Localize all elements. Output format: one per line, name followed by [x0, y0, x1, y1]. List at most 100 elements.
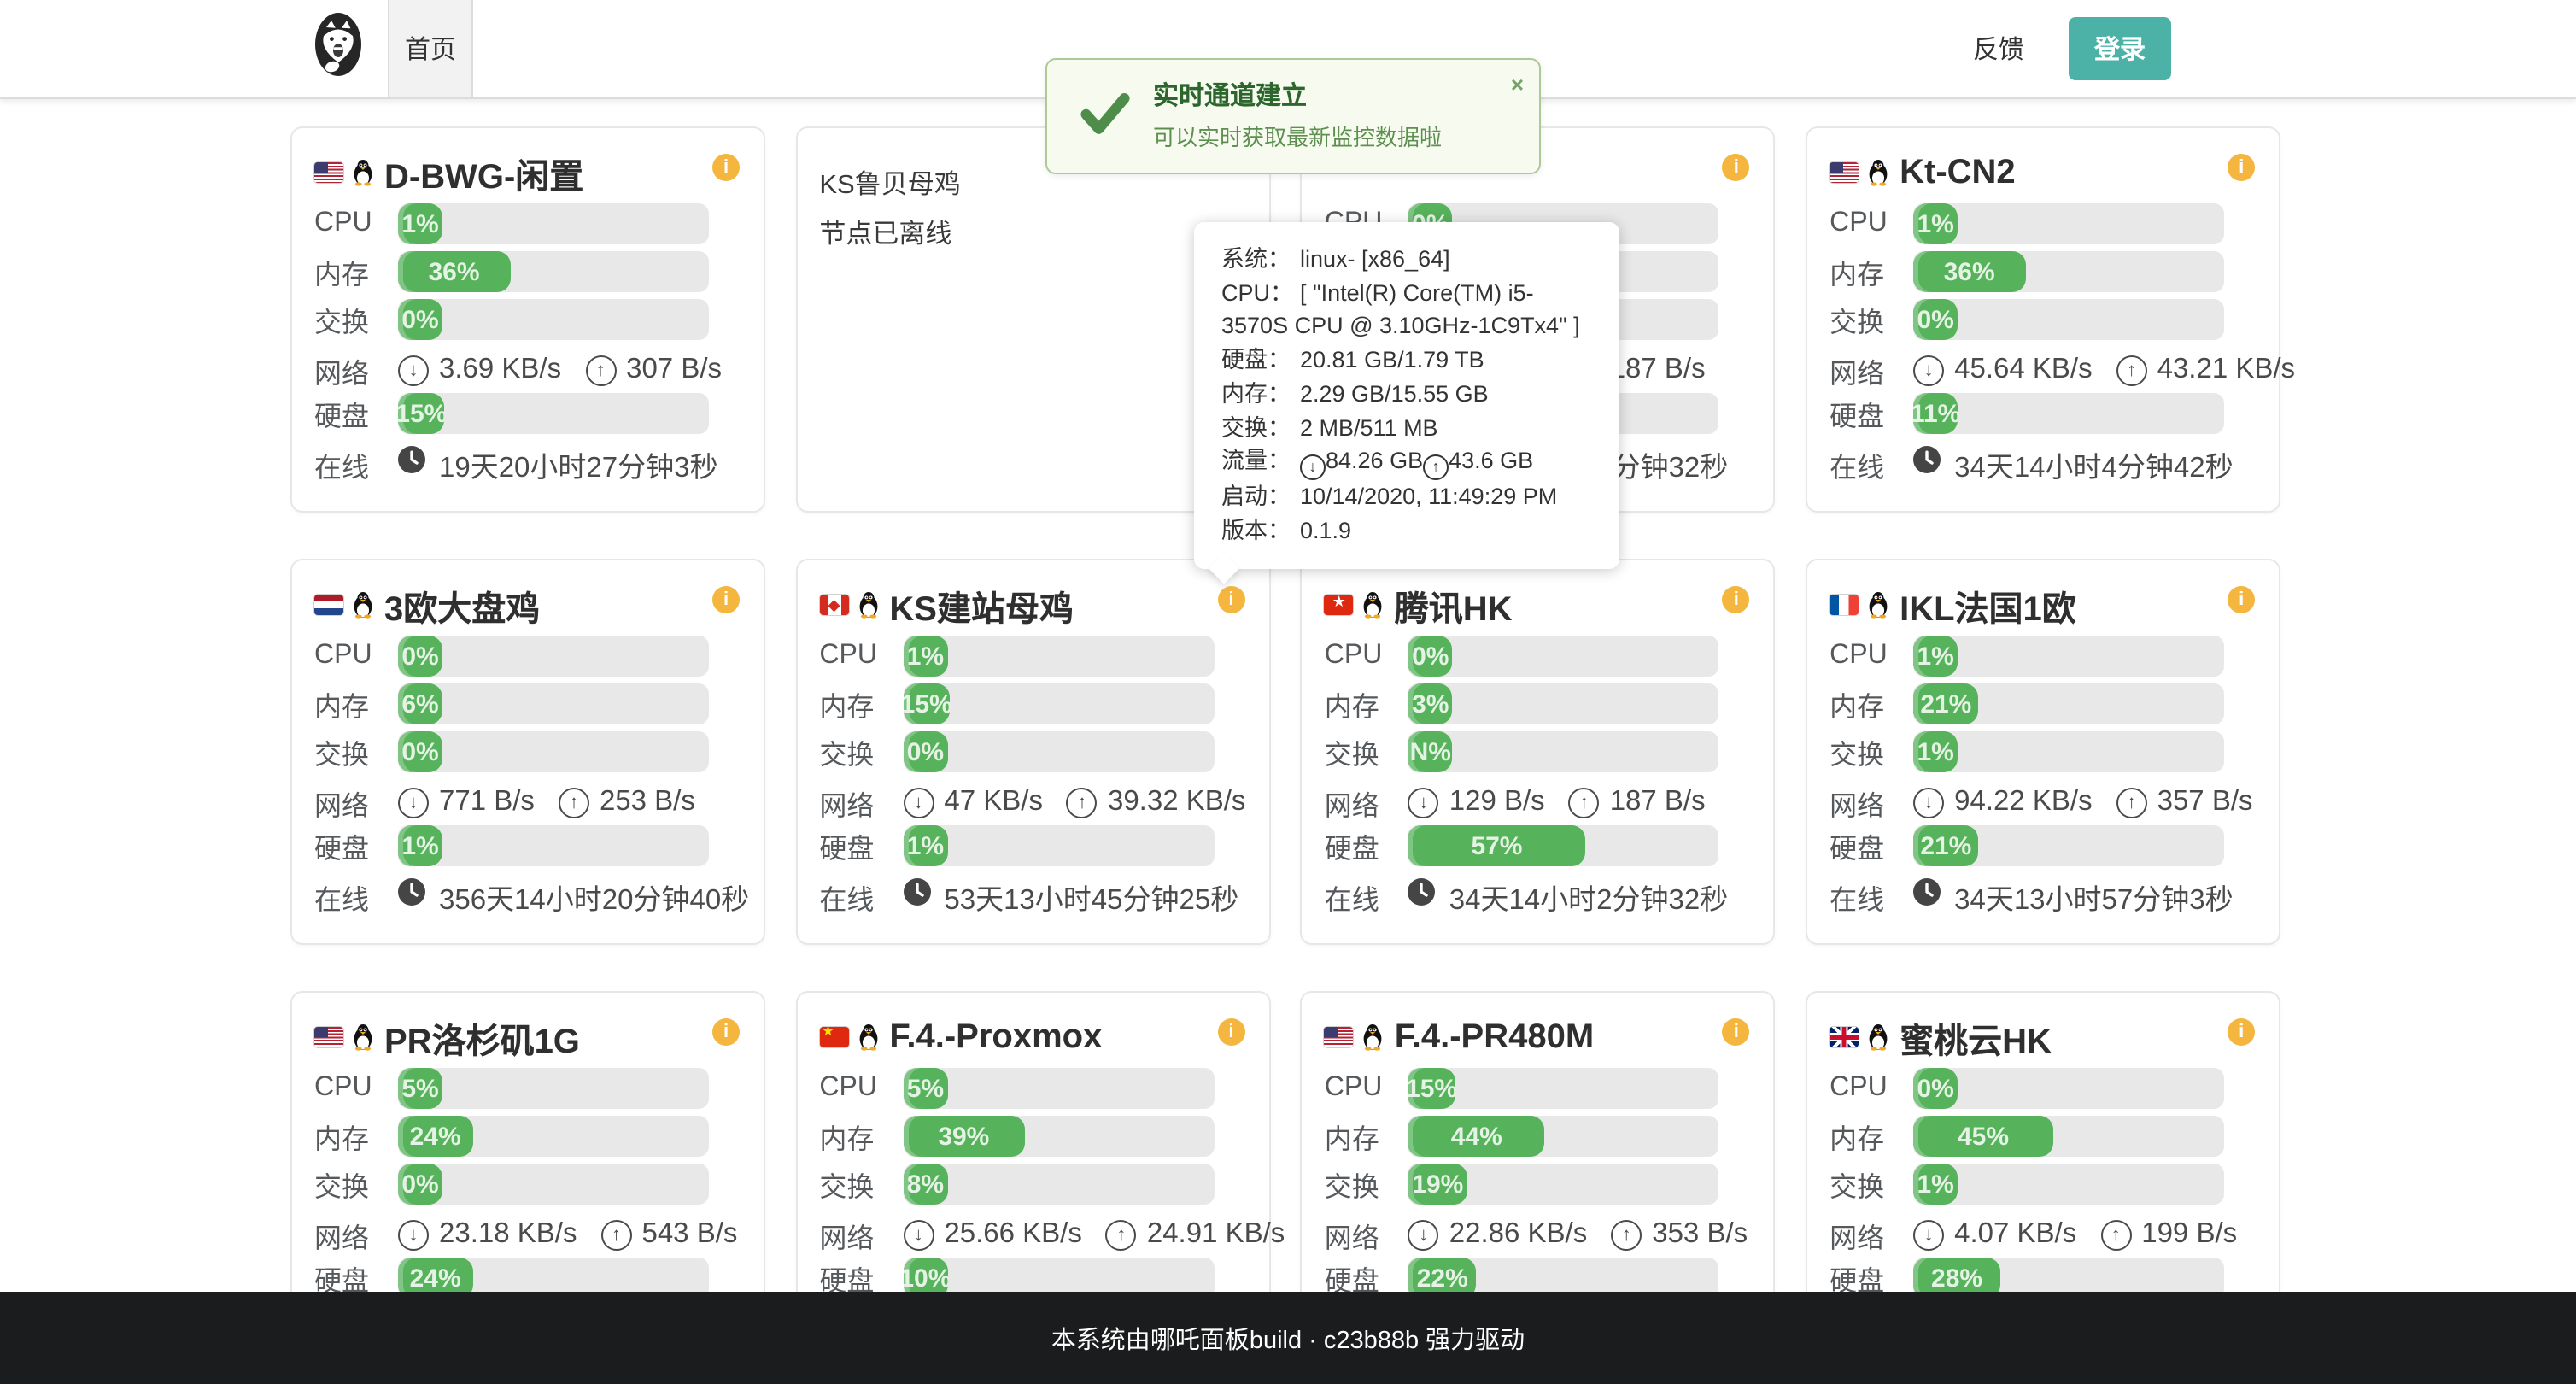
progress-track: 57% — [1408, 825, 1719, 866]
footer-link-nezha[interactable]: 哪吒面板 — [1150, 1320, 1250, 1356]
stat-row-disk: 硬盘 15% — [314, 393, 709, 434]
net-down-text: 45.64 KB/s — [1954, 354, 2092, 386]
tux-linux-icon — [352, 159, 374, 186]
clock-icon — [398, 878, 425, 914]
country-flag-icon — [819, 1027, 848, 1047]
card-title-row: 3欧大盘鸡 — [314, 581, 709, 629]
stat-row-swap: 交换 0% — [314, 1164, 709, 1205]
progress-label: 28% — [1931, 1264, 1982, 1293]
info-icon[interactable]: i — [2228, 154, 2255, 181]
progress-track: 0% — [903, 731, 1214, 772]
stat-label: 网络 — [1830, 782, 1913, 823]
progress-fill: 24% — [398, 1116, 472, 1157]
net-up-text: 199 B/s — [2141, 1218, 2237, 1251]
tux-linux-icon — [857, 1023, 879, 1051]
progress-label: 0% — [401, 305, 438, 334]
tooltip-row: CPU：[ "Intel(R) Core(TM) i5-3570S CPU @ … — [1221, 276, 1595, 343]
stat-row-swap: 交换 8% — [819, 1164, 1214, 1205]
stat-row-online: 在线 19天20小时27分钟3秒 — [314, 441, 709, 487]
server-title: IKL法国1欧 — [1900, 580, 2076, 630]
progress-fill: 3% — [1408, 683, 1453, 724]
offline-message: 节点已离线 — [819, 214, 1214, 251]
progress-label: N% — [1410, 737, 1451, 766]
info-icon[interactable]: i — [712, 154, 740, 181]
progress-track: 24% — [398, 1116, 709, 1157]
net-up-text: 39.32 KB/s — [1108, 786, 1245, 818]
stat-row-online: 在线 34天13小时57分钟3秒 — [1830, 873, 2224, 919]
progress-track: 8% — [903, 1164, 1214, 1205]
progress-label: 1% — [1917, 642, 1953, 671]
progress-track: 5% — [398, 1068, 709, 1109]
stat-row-mem: 内存 24% — [314, 1116, 709, 1157]
tux-linux-icon — [857, 591, 879, 619]
upload-arrow-icon: ↑ — [1611, 1219, 1642, 1250]
country-flag-icon — [1325, 1027, 1354, 1047]
net-up-text: 543 B/s — [641, 1218, 737, 1251]
progress-track: 0% — [1913, 299, 2224, 340]
server-title: D-BWG-闲置 — [384, 148, 583, 197]
info-icon[interactable]: i — [712, 1018, 740, 1046]
progress-fill: 21% — [1913, 683, 1978, 724]
progress-fill: 1% — [1913, 731, 1958, 772]
country-flag-icon — [314, 1027, 343, 1047]
info-icon[interactable]: i — [1723, 154, 1750, 181]
progress-fill: 6% — [398, 683, 442, 724]
progress-track: 1% — [1913, 636, 2224, 677]
net-down-text: 25.66 KB/s — [944, 1218, 1081, 1251]
info-icon[interactable]: i — [1217, 1018, 1244, 1046]
server-title: 腾讯HK — [1395, 580, 1513, 630]
progress-track: 15% — [1408, 1068, 1719, 1109]
progress-fill: N% — [1408, 731, 1453, 772]
close-icon[interactable]: × — [1511, 73, 1524, 96]
card-title-row: D-BWG-闲置 — [314, 149, 709, 196]
upload-arrow-icon: ↑ — [2100, 1219, 2131, 1250]
clock-icon — [903, 878, 930, 914]
progress-fill: 5% — [903, 1068, 947, 1109]
tux-linux-icon — [1867, 591, 1889, 619]
tooltip-row: 交换：2 MB/511 MB — [1221, 411, 1595, 444]
progress-fill: 15% — [1408, 1068, 1455, 1109]
net-down-text: 94.22 KB/s — [1954, 786, 2092, 818]
feedback-link[interactable]: 反馈 — [1973, 0, 2024, 97]
info-icon[interactable]: i — [2228, 1018, 2255, 1046]
info-icon[interactable]: i — [1723, 1018, 1750, 1046]
progress-label: 3% — [1412, 689, 1449, 718]
progress-track: 0% — [398, 636, 709, 677]
info-icon[interactable]: i — [712, 586, 740, 613]
stat-label: 网络 — [314, 349, 398, 390]
progress-label: 11% — [1913, 399, 1958, 428]
progress-fill: 44% — [1408, 1116, 1545, 1157]
progress-track: 36% — [1913, 251, 2224, 292]
clock-icon — [1913, 446, 1941, 482]
stat-row-cpu: CPU 0% — [1830, 1068, 2224, 1109]
stat-label: 网络 — [314, 1214, 398, 1255]
progress-track: 1% — [903, 825, 1214, 866]
net-up-text: 43.21 KB/s — [2157, 354, 2295, 386]
progress-track: 36% — [398, 251, 709, 292]
stat-label: 内存 — [1830, 683, 1913, 724]
upload-arrow-icon: ↑ — [1106, 1219, 1137, 1250]
tooltip-server-info: 系统：linux- [x86_64]CPU：[ "Intel(R) Core(T… — [1194, 222, 1619, 568]
info-icon[interactable]: i — [1723, 586, 1750, 613]
tux-linux-icon — [1362, 591, 1385, 619]
progress-label: 10% — [903, 1264, 947, 1293]
download-arrow-icon: ↓ — [1913, 355, 1944, 385]
country-flag-icon — [1830, 595, 1859, 615]
progress-label: 0% — [1917, 305, 1953, 334]
stat-row-network: 网络 ↓771 B/s ↑253 B/s — [314, 779, 709, 825]
info-icon[interactable]: i — [2228, 586, 2255, 613]
stat-label: 在线 — [314, 876, 398, 917]
stat-row-mem: 内存 45% — [1830, 1116, 2224, 1157]
tab-home[interactable]: 首页 — [388, 0, 473, 97]
login-button[interactable]: 登录 — [2069, 17, 2171, 80]
server-card: D-BWG-闲置 i CPU 1% 内存 36% 交换 — [290, 126, 765, 513]
net-down-text: 129 B/s — [1449, 786, 1545, 818]
info-icon[interactable]: i — [1217, 586, 1244, 613]
upload-arrow-icon: ↑ — [559, 787, 589, 818]
stat-label: 内存 — [1830, 1116, 1913, 1157]
stat-row-mem: 内存 21% — [1830, 683, 2224, 724]
stat-label: 交换 — [1830, 299, 1913, 340]
logo[interactable] — [311, 0, 366, 97]
progress-fill: 36% — [1913, 251, 2025, 292]
stat-label: 在线 — [819, 876, 903, 917]
